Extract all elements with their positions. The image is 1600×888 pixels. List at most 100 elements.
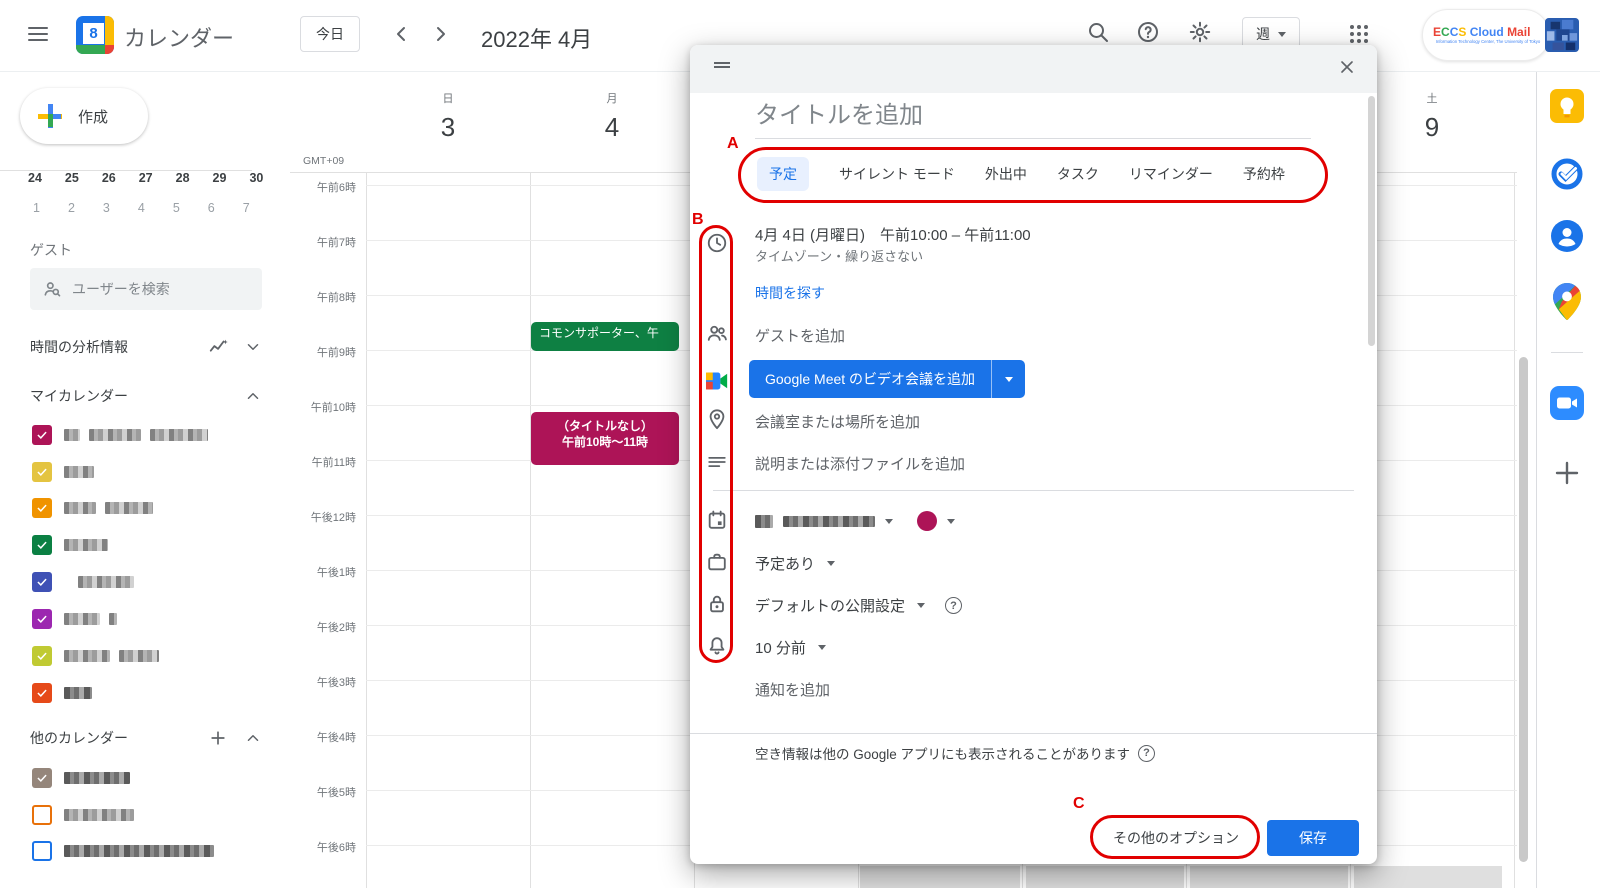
keep-icon[interactable]: [1550, 89, 1584, 123]
my-calendar-item[interactable]: [32, 534, 108, 556]
drag-handle[interactable]: [714, 62, 730, 68]
event-no-title[interactable]: （タイトルなし） 午前10時〜11時: [531, 412, 679, 465]
my-calendar-item[interactable]: [32, 682, 92, 704]
today-button[interactable]: 今日: [300, 16, 360, 52]
search-button[interactable]: [1086, 20, 1114, 48]
time-label: 午前8時: [292, 289, 356, 305]
mini-calendar-week-row[interactable]: 1234567: [33, 201, 250, 215]
day-header-saturday[interactable]: 土 9: [1392, 90, 1472, 143]
meet-options-dropdown[interactable]: [991, 360, 1025, 398]
my-calendar-item[interactable]: [32, 461, 94, 483]
main-menu-button[interactable]: [26, 22, 54, 50]
maps-icon[interactable]: [1553, 283, 1581, 317]
chevron-up-icon[interactable]: [244, 729, 262, 747]
visibility-dropdown[interactable]: デフォルトの公開設定 ?: [755, 595, 962, 616]
annotation-label-c: C: [1073, 795, 1085, 813]
other-calendar-item[interactable]: [32, 767, 130, 789]
calendar-checkbox[interactable]: [32, 498, 52, 518]
timezone-recurrence-note[interactable]: タイムゾーン・繰り返さない: [755, 246, 923, 265]
calendar-checkbox[interactable]: [32, 572, 52, 592]
tab-out-of-office[interactable]: 外出中: [985, 164, 1027, 184]
time-label: 午後4時: [292, 729, 356, 745]
close-dialog-button[interactable]: [1333, 53, 1361, 81]
chevron-down-icon: [1278, 32, 1286, 37]
view-selector-value: 週: [1256, 24, 1270, 44]
cutoff-event-block: [1354, 866, 1502, 888]
eccs-logo-subtitle: Information Technology Center, The Unive…: [1436, 39, 1541, 44]
calendar-checkbox[interactable]: [32, 768, 52, 788]
zoom-icon[interactable]: [1550, 386, 1584, 420]
add-description-field[interactable]: 説明または添付ファイルを追加: [755, 453, 965, 474]
calendar-checkbox[interactable]: [32, 683, 52, 703]
chevron-down-icon: [885, 519, 893, 524]
my-calendars-header[interactable]: マイカレンダー: [30, 386, 262, 406]
visibility-help-icon[interactable]: ?: [945, 597, 962, 614]
description-icon: [706, 451, 728, 473]
add-guests-field[interactable]: ゲストを追加: [755, 325, 845, 346]
calendar-checkbox[interactable]: [32, 646, 52, 666]
next-week-button[interactable]: [428, 22, 452, 46]
calendar-selector[interactable]: [755, 511, 955, 531]
event-common-supporter[interactable]: コモンサポーター、午: [531, 322, 679, 351]
save-button[interactable]: 保存: [1267, 820, 1359, 856]
my-calendar-item[interactable]: [32, 424, 208, 446]
calendar-checkbox[interactable]: [32, 535, 52, 555]
help-button[interactable]: [1136, 20, 1164, 48]
find-a-time-link[interactable]: 時間を探す: [755, 283, 825, 303]
calendar-checkbox[interactable]: [32, 462, 52, 482]
my-calendar-item[interactable]: [32, 608, 117, 630]
prev-week-button[interactable]: [390, 22, 414, 46]
settings-button[interactable]: [1188, 20, 1216, 48]
my-calendar-item[interactable]: [32, 645, 159, 667]
calendar-checkbox[interactable]: [32, 805, 52, 825]
tab-focus-time[interactable]: サイレント モード: [839, 164, 955, 184]
get-addons-button[interactable]: [1550, 456, 1584, 490]
other-calendar-item[interactable]: [32, 840, 214, 862]
my-calendar-item[interactable]: [32, 497, 153, 519]
add-calendar-icon[interactable]: [208, 728, 228, 748]
rail-divider: [1551, 352, 1583, 353]
search-users-input[interactable]: ユーザーを検索: [30, 268, 262, 310]
add-meet-button[interactable]: Google Meet のビデオ会議を追加: [749, 360, 1025, 398]
calendar-name-redacted: [64, 650, 159, 662]
tab-reminder[interactable]: リマインダー: [1129, 164, 1213, 184]
busy-status-icon: [706, 551, 728, 573]
visibility-lock-icon: [706, 593, 728, 615]
busy-status-dropdown[interactable]: 予定あり: [755, 553, 835, 574]
contacts-icon[interactable]: [1550, 219, 1584, 253]
calendar-checkbox[interactable]: [32, 841, 52, 861]
more-options-button[interactable]: その他のオプション: [1100, 820, 1252, 856]
tab-event[interactable]: 予定: [757, 157, 809, 191]
add-notification-button[interactable]: 通知を追加: [755, 679, 830, 700]
insights-label: 時間の分析情報: [30, 337, 208, 357]
calendar-logo-icon[interactable]: 8: [76, 16, 114, 54]
event-color-swatch[interactable]: [917, 511, 937, 531]
person-search-icon: [42, 279, 62, 299]
mini-calendar-week-row[interactable]: 24252627282930: [28, 171, 263, 185]
tab-task[interactable]: タスク: [1057, 164, 1099, 184]
footer-help-icon[interactable]: ?: [1138, 745, 1155, 762]
other-calendar-item[interactable]: [32, 804, 134, 826]
time-label: 午後6時: [292, 839, 356, 855]
calendar-checkbox[interactable]: [32, 609, 52, 629]
availability-footer-note: 空き情報は他の Google アプリにも表示されることがあります ?: [755, 743, 1155, 763]
day-header-sunday[interactable]: 日 3: [408, 90, 488, 143]
calendar-checkbox[interactable]: [32, 425, 52, 445]
calendar-name-redacted: [78, 576, 134, 588]
guests-section-label: ゲスト: [30, 240, 72, 260]
tab-appointment-slots[interactable]: 予約枠: [1243, 164, 1285, 184]
add-location-field[interactable]: 会議室または場所を追加: [755, 411, 920, 432]
reminder-dropdown[interactable]: 10 分前: [755, 637, 826, 658]
dialog-scrollbar[interactable]: [1368, 96, 1375, 346]
tasks-icon[interactable]: [1550, 157, 1584, 191]
event-title-input[interactable]: タイトルを追加: [755, 97, 1311, 139]
create-event-button[interactable]: 作成: [20, 88, 148, 144]
google-calendar-app: 8 カレンダー 今日 2022年 4月 週 ECCS Cloud Mail In…: [0, 0, 1600, 888]
notification-bell-icon: [706, 635, 728, 657]
account-badge[interactable]: ECCS Cloud Mail Information Technology C…: [1422, 9, 1550, 61]
my-calendar-item[interactable]: [32, 571, 134, 593]
insights-section[interactable]: 時間の分析情報: [30, 336, 262, 358]
event-datetime[interactable]: 4月 4日 (月曜日) 午前10:00 – 午前11:00: [755, 224, 1031, 245]
main-scrollbar[interactable]: [1519, 357, 1528, 862]
day-header-monday[interactable]: 月 4: [572, 90, 652, 143]
